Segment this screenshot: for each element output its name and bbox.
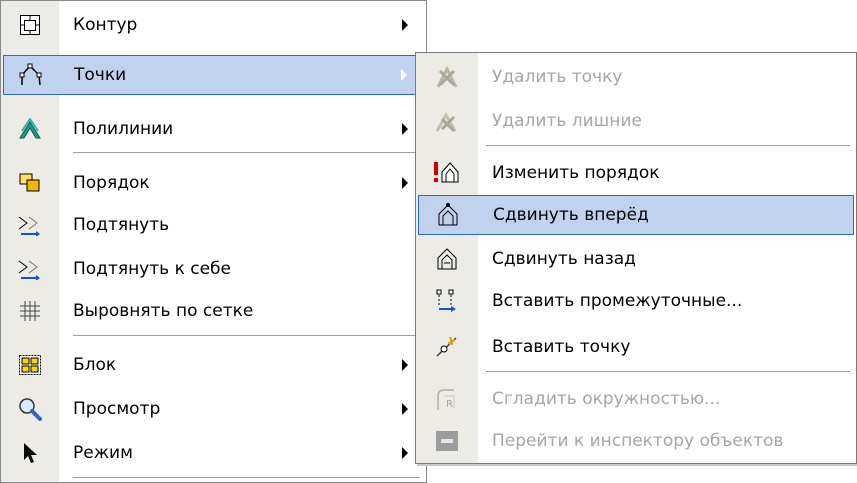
block-icon [3, 345, 57, 385]
cursor-icon [3, 433, 57, 473]
move-back-icon [418, 239, 476, 279]
menu-item-polylines[interactable]: Полилинии [3, 109, 424, 149]
points-icon [4, 55, 58, 95]
menu-separator [486, 371, 850, 372]
menu-item-label: Подтянуть [73, 215, 170, 235]
menu-item-label: Просмотр [73, 399, 161, 419]
menu-item-label: Сгладить окружностью... [492, 389, 721, 409]
submenu-arrow-icon [402, 177, 408, 189]
delete-extra-icon [418, 101, 476, 141]
submenu-arrow-icon [402, 123, 408, 135]
menu-item-label: Режим [73, 443, 133, 463]
menu-item-label: Сдвинуть назад [492, 249, 636, 269]
menu-item-label: Порядок [73, 173, 150, 193]
submenu-arrow-icon [402, 19, 408, 31]
grid-icon [3, 291, 57, 331]
insert-intermediate-icon [418, 281, 476, 321]
menu-item-mode[interactable]: Режим [3, 433, 424, 473]
menu-item-contour[interactable]: Контур [3, 5, 424, 45]
snap-icon [3, 205, 57, 245]
menu-item-order[interactable]: Порядок [3, 163, 424, 203]
menu-item-label: Удалить лишние [492, 111, 642, 131]
menu-item-snap-to-self[interactable]: Подтянуть к себе [3, 249, 424, 289]
submenu-arrow-icon [402, 359, 408, 371]
submenu-arrow-icon [402, 447, 408, 459]
magnifier-icon [3, 389, 57, 429]
submenu-arrow-icon [401, 69, 407, 81]
menu-item-label: Вставить промежуточные... [492, 291, 743, 311]
menu-item-label: Блок [73, 355, 117, 375]
submenu-item-delete-extra[interactable]: Удалить лишние [418, 101, 854, 141]
menu-item-snap[interactable]: Подтянуть [3, 205, 424, 245]
submenu-item-move-back[interactable]: Сдвинуть назад [418, 239, 854, 279]
menu-item-label: Подтянуть к себе [73, 259, 231, 279]
submenu-item-insert-intermediate[interactable]: Вставить промежуточные... [418, 281, 854, 321]
change-order-icon [418, 153, 476, 193]
svg-text:R: R [446, 399, 453, 410]
submenu-item-object-inspector[interactable]: Перейти к инспектору объектов [418, 421, 854, 461]
submenu-item-move-forward[interactable]: Сдвинуть вперёд [418, 195, 854, 235]
menu-item-label: Точки [74, 65, 127, 85]
menu-separator [73, 477, 420, 478]
menu-item-label: Контур [73, 15, 138, 35]
menu-item-label: Выровнять по сетке [73, 301, 254, 321]
order-icon [3, 163, 57, 203]
menu-item-align-grid[interactable]: Выровнять по сетке [3, 291, 424, 331]
submenu-arrow-icon [402, 403, 408, 415]
smooth-circle-icon: R [418, 379, 476, 419]
menu-separator [486, 145, 850, 146]
delete-point-icon [418, 57, 476, 97]
submenu-item-delete-point[interactable]: Удалить точку [418, 57, 854, 97]
main-context-menu: Контур Точки Полилинии Порядок Подтянуть [0, 0, 427, 483]
menu-item-label: Удалить точку [492, 67, 623, 87]
move-forward-icon [419, 195, 477, 235]
menu-separator [73, 335, 420, 336]
insert-point-icon [418, 327, 476, 367]
polylines-icon [3, 109, 57, 149]
object-inspector-icon [418, 421, 476, 461]
submenu-item-change-order[interactable]: Изменить порядок [418, 153, 854, 193]
points-submenu: Удалить точку Удалить лишние Изменить по… [415, 52, 857, 464]
snap-to-self-icon [3, 249, 57, 289]
menu-item-label: Изменить порядок [492, 163, 660, 183]
submenu-item-smooth-circle[interactable]: R Сгладить окружностью... [418, 379, 854, 419]
menu-separator [73, 152, 420, 153]
menu-item-label: Вставить точку [492, 337, 631, 357]
submenu-item-insert-point[interactable]: Вставить точку [418, 327, 854, 367]
menu-item-points[interactable]: Точки [3, 55, 424, 95]
menu-item-label: Полилинии [73, 119, 174, 139]
menu-item-label: Перейти к инспектору объектов [492, 431, 784, 451]
contour-icon [3, 5, 57, 45]
menu-item-view[interactable]: Просмотр [3, 389, 424, 429]
menu-item-label: Сдвинуть вперёд [493, 205, 649, 225]
menu-item-block[interactable]: Блок [3, 345, 424, 385]
